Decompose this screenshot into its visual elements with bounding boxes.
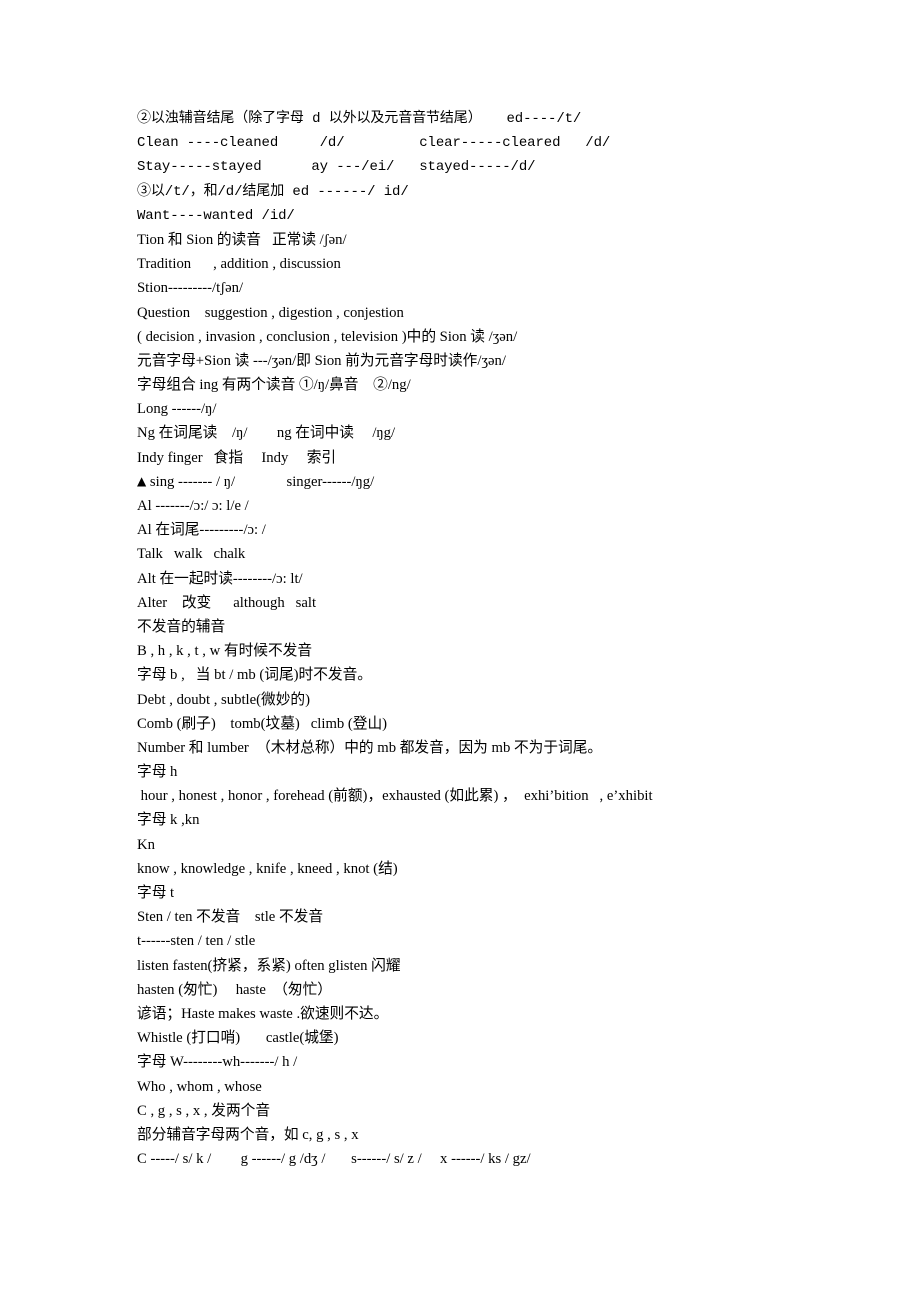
text-line: Long ------/ŋ/	[137, 401, 217, 418]
text-line: 元音字母+Sion 读 ---/ʒən/即 Sion 前为元音字母时读作/ʒən…	[137, 352, 506, 369]
text-line: ③以/t/，和/d/结尾加 ed ------/ id/	[137, 183, 409, 200]
text-line: 不发音的辅音	[137, 618, 226, 635]
text-line: hour , honest , honor , forehead (前额)，ex…	[137, 788, 653, 805]
text-line: hasten (匆忙) haste （匆忙）	[137, 981, 332, 998]
text-line: Comb (刷子) tomb(坟墓) climb (登山)	[137, 715, 388, 732]
text-line: Stion---------/tʃən/	[137, 280, 244, 297]
text-line: 字母 W--------wh-------/ h /	[137, 1054, 298, 1071]
text-line: Debt , doubt , subtle(微妙的)	[137, 691, 310, 708]
text-line: sing ------- / ŋ/ singer------/ŋg/	[146, 473, 375, 490]
text-line: Talk walk chalk	[137, 546, 246, 563]
text-line: Alter 改变 although salt	[137, 594, 317, 611]
text-line: Ng 在词尾读 /ŋ/ ng 在词中读 /ŋg/	[137, 425, 396, 442]
text-line: Tradition , addition , discussion	[137, 256, 341, 273]
text-line: 部分辅音字母两个音，如 c, g , s , x	[137, 1126, 359, 1143]
text-line: Number 和 lumber （木材总称）中的 mb 都发音，因为 mb 不为…	[137, 739, 603, 756]
text-line: B , h , k , t , w 有时候不发音	[137, 643, 313, 660]
text-line: Question suggestion , digestion , conjes…	[137, 304, 404, 321]
text-line: 字母组合 ing 有两个读音 ①/ŋ/鼻音 ②/ng/	[137, 377, 411, 394]
text-line: Whistle (打口哨) castle(城堡)	[137, 1030, 339, 1047]
text-line: Indy finger 食指 Indy 索引	[137, 449, 337, 466]
text-line: Tion 和 Sion 的读音 正常读 /ʃən/	[137, 231, 347, 248]
text-line: listen fasten(挤紧，系紧) often glisten 闪耀	[137, 957, 401, 974]
document-text-body: ②以浊辅音结尾（除了字母 d 以外以及元音音节结尾） ed----/t/ Cle…	[137, 107, 877, 1171]
text-line: C -----/ s/ k / g ------/ g /dʒ / s-----…	[137, 1151, 531, 1168]
text-line: 字母 k ,kn	[137, 812, 200, 829]
text-line: 字母 b , 当 bt / mb (词尾)时不发音。	[137, 667, 372, 684]
text-line: Alt 在一起时读--------/ɔ: lt/	[137, 570, 303, 587]
text-line: t------sten / ten / stle	[137, 933, 256, 950]
text-line: ②以浊辅音结尾（除了字母 d 以外以及元音音节结尾） ed----/t/	[137, 111, 582, 127]
text-line: Stay-----stayed ay ---/ei/ stayed-----/d…	[137, 159, 536, 176]
text-line: ( decision , invasion , conclusion , tel…	[137, 328, 518, 345]
text-line: Who , whom , whose	[137, 1078, 262, 1095]
text-line: 字母 h	[137, 764, 178, 781]
document-page: ②以浊辅音结尾（除了字母 d 以外以及元音音节结尾） ed----/t/ Cle…	[0, 0, 920, 1302]
text-line: know , knowledge , knife , kneed , knot …	[137, 860, 398, 877]
text-line: Sten / ten 不发音 stle 不发音	[137, 909, 324, 926]
text-line: Al 在词尾---------/ɔ: /	[137, 522, 266, 539]
text-line: C , g , s , x , 发两个音	[137, 1102, 271, 1119]
text-line: Clean ----cleaned /d/ clear-----cleared …	[137, 135, 611, 152]
triangle-bullet-icon: ▲	[137, 473, 147, 488]
text-line: Kn	[137, 836, 155, 853]
text-line: Al -------/ɔ:/ ɔ: l/e /	[137, 498, 249, 514]
text-line: 谚语；Haste makes waste .欲速则不达。	[137, 1005, 389, 1022]
text-line-bulleted: ▲ sing ------- / ŋ/ singer------/ŋg/	[137, 470, 877, 494]
text-line: Want----wanted /id/	[137, 207, 295, 224]
text-line: 字母 t	[137, 885, 175, 901]
